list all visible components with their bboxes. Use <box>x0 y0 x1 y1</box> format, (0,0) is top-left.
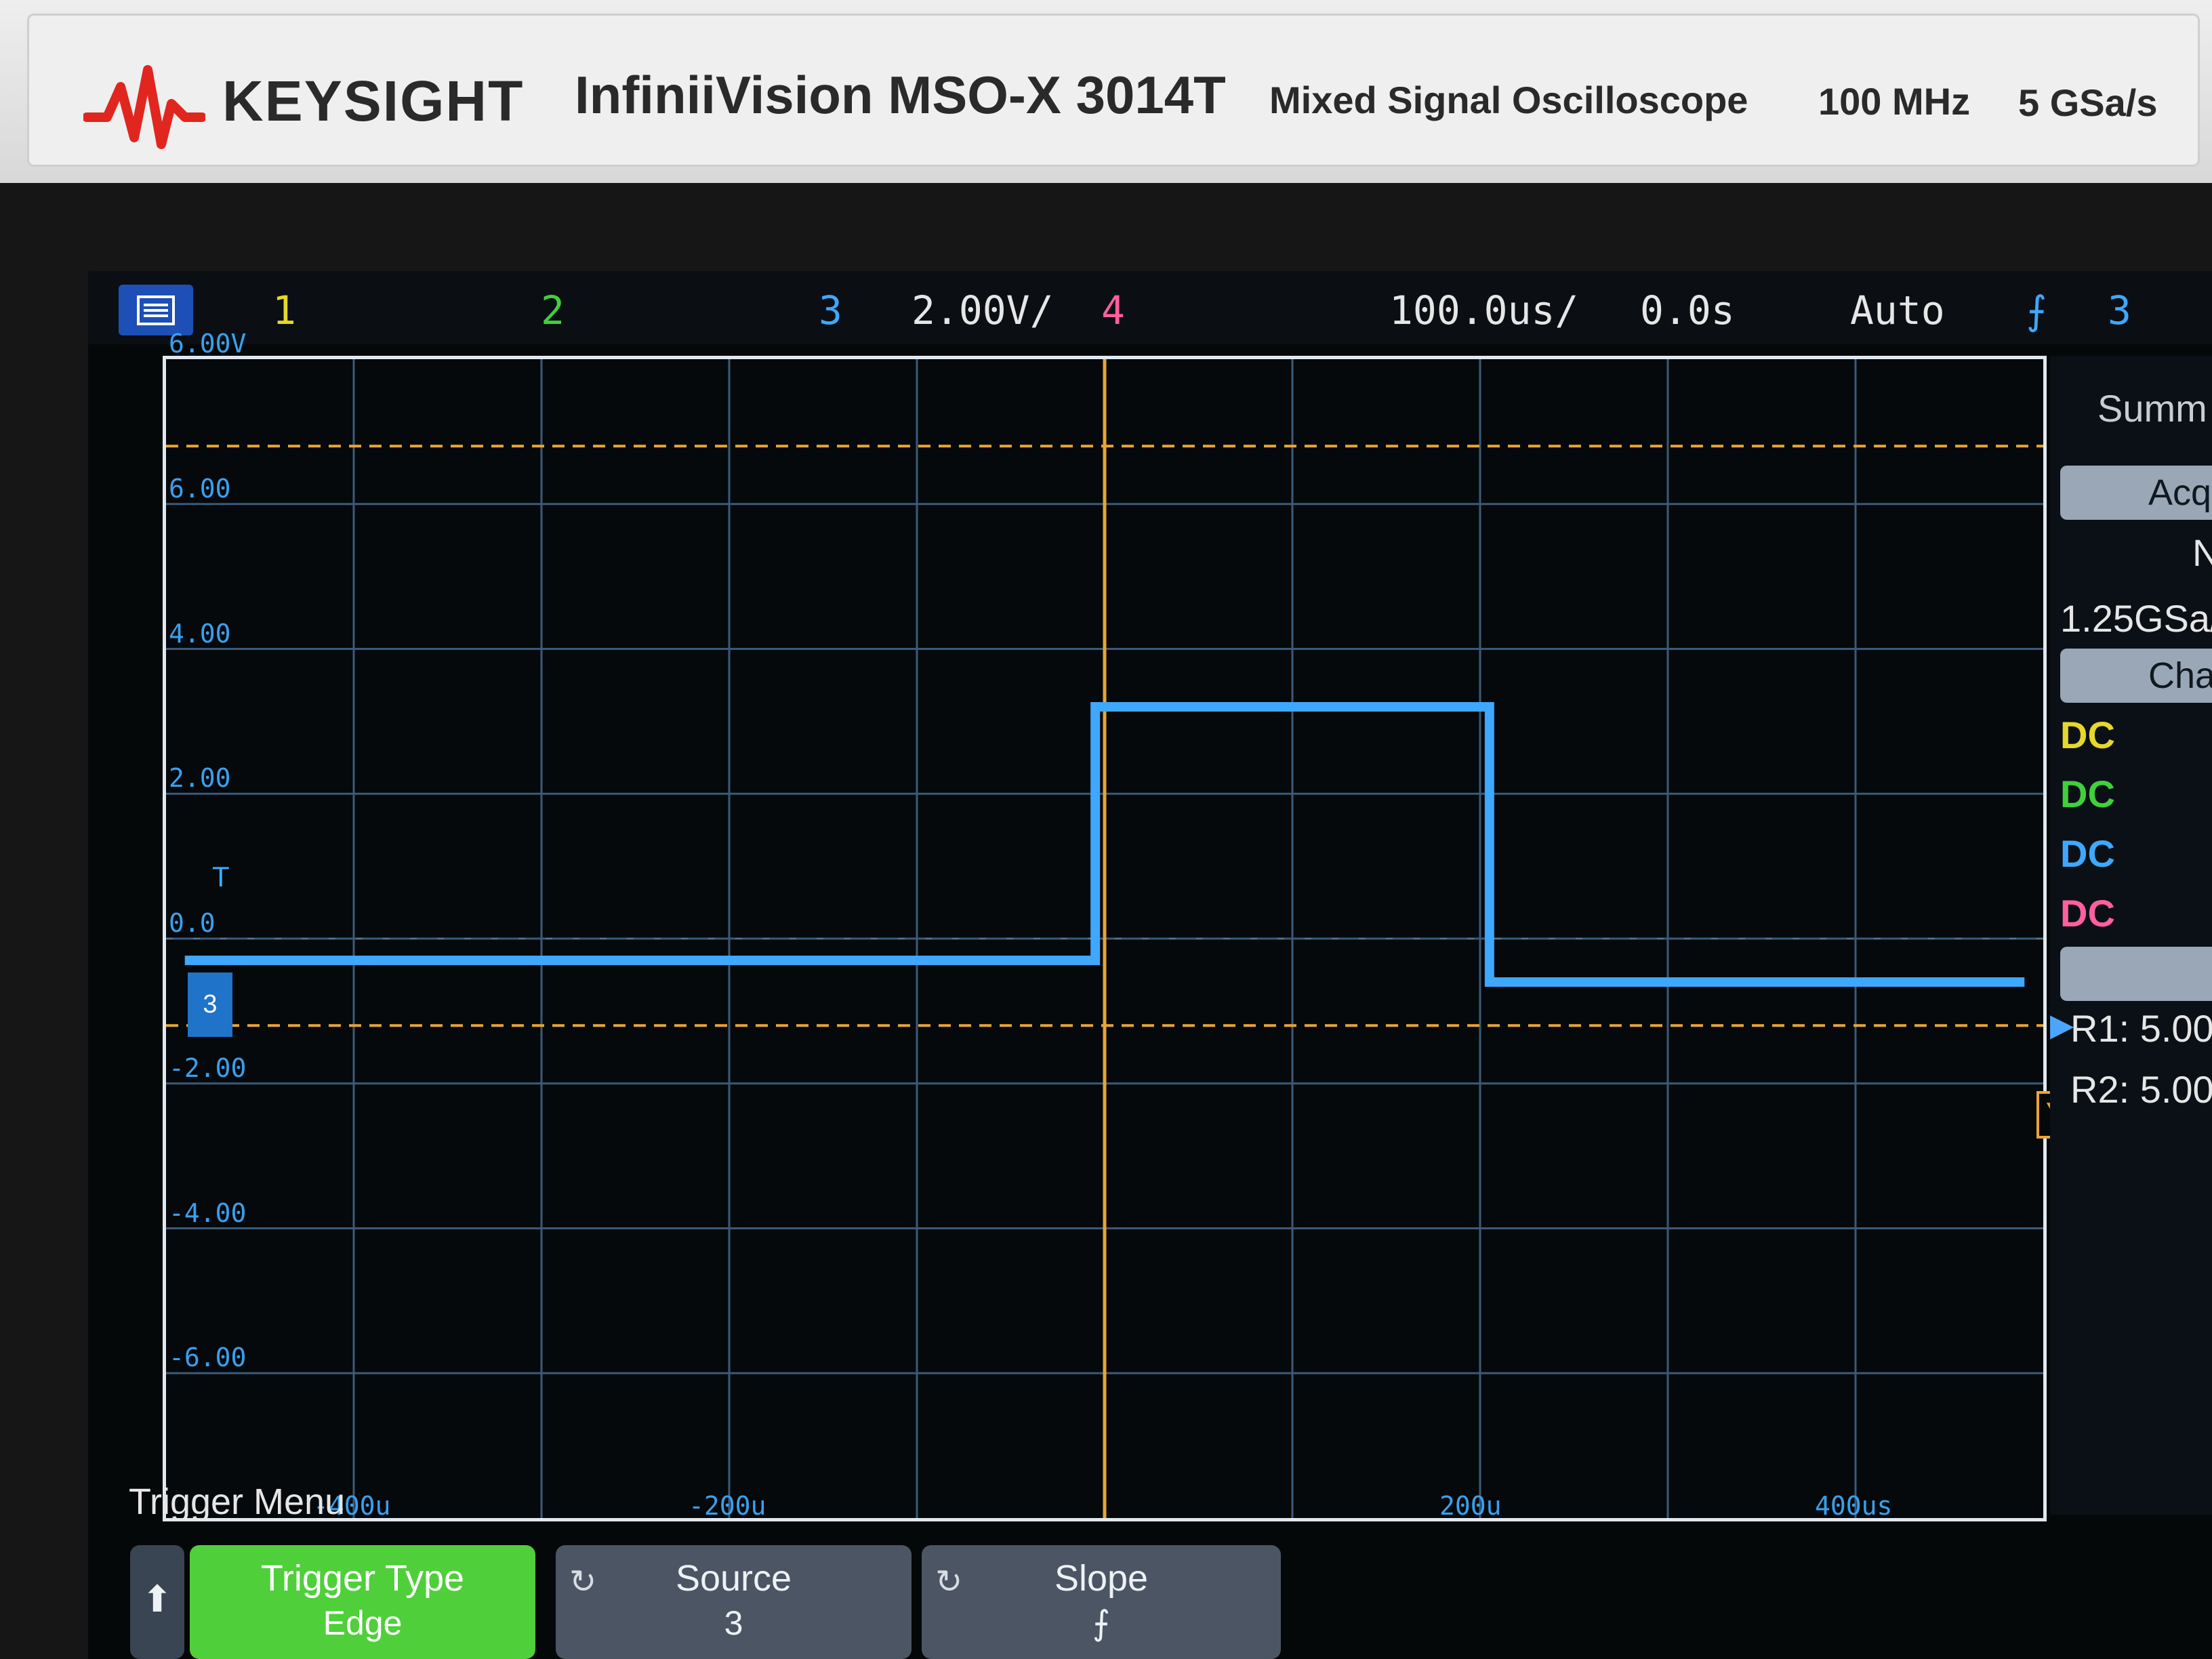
ch3-coupling: DC <box>2060 832 2115 875</box>
acquisition-button[interactable]: Acq <box>2060 466 2212 520</box>
horizontal-delay: 0.0s <box>1640 287 1735 333</box>
y-tick-label: 2.00 <box>169 763 231 794</box>
softkey-label: Trigger Type <box>260 1558 465 1599</box>
graticule[interactable]: 6.00V 6.00 4.00 2.00 0.0 -2.00 -4.00 -6.00 -400… <box>163 329 2107 1603</box>
keysight-logo-icon <box>83 65 205 149</box>
channel-3-label[interactable]: 3 <box>819 287 842 333</box>
rotate-knob-icon: ↻ <box>569 1564 597 1600</box>
y-tick-label: 0.0 <box>169 908 216 938</box>
timebase: 100.0us/ <box>1389 287 1579 333</box>
channels-button[interactable]: Cha <box>2060 649 2212 703</box>
y-tick-label: -4.00 <box>169 1197 247 1228</box>
x-tick-label: 400us <box>1815 1491 1893 1521</box>
trigger-type-softkey[interactable]: Trigger Type Edge <box>190 1545 535 1659</box>
y-tick-label: 6.00V <box>169 329 247 359</box>
brand-name: KEYSIGHT <box>222 69 525 133</box>
trigger-level-marker[interactable]: T <box>212 861 230 893</box>
header-strip: KEYSIGHT InfiniiVision MSO-X 3014T Mixed… <box>27 14 2200 167</box>
menu-up-button[interactable]: ⬆ <box>130 1545 184 1659</box>
rising-edge-icon: ⨍ <box>1092 1604 1111 1642</box>
ch4-coupling: DC <box>2060 892 2115 935</box>
trigger-mode: Auto <box>1850 287 1945 333</box>
vertical-scale: 2.00V/ <box>912 287 1054 333</box>
acquisition-rate: 1.25GSa/ <box>2060 597 2212 640</box>
channel-1-label[interactable]: 1 <box>272 287 296 333</box>
softkey-value: 3 <box>724 1604 743 1642</box>
status-bar: 1 2 3 2.00V/ 4 100.0us/ 0.0s Auto ⨍ 3 <box>88 271 2212 344</box>
ch3-ground-marker[interactable]: 3 <box>188 972 232 1037</box>
y-tick-label: -2.00 <box>169 1052 247 1083</box>
trigger-source: 3 <box>2108 287 2131 333</box>
channel-4-label[interactable]: 4 <box>1101 287 1125 333</box>
summary-title: Summ <box>2097 387 2207 430</box>
softkey-label: Source <box>675 1558 792 1599</box>
source-softkey[interactable]: ↻ Source 3 <box>556 1545 912 1659</box>
reference-r2: R2: 5.00 <box>2070 1068 2212 1111</box>
ch1-coupling: DC <box>2060 714 2115 756</box>
menu-title: Trigger Menu <box>129 1481 346 1522</box>
reference-button[interactable]: R <box>2060 947 2212 1001</box>
menu-button[interactable] <box>119 285 193 335</box>
bandwidth-spec: 100 MHz <box>1818 80 1971 123</box>
summary-sidebar: Summ Acq N 1.25GSa/ Cha DC DC DC DC R ▶ … <box>2050 356 2212 1515</box>
channel-2-label[interactable]: 2 <box>541 287 565 333</box>
softkey-value: Edge <box>323 1604 403 1642</box>
list-icon <box>137 295 175 325</box>
model-name: InfiniiVision MSO-X 3014T <box>575 65 1226 125</box>
y-tick-label: 4.00 <box>169 618 231 649</box>
y-tick-label: 6.00 <box>169 473 231 504</box>
softkey-label: Slope <box>1054 1558 1149 1599</box>
rising-edge-icon: ⨍ <box>2026 287 2047 333</box>
rotate-knob-icon: ↻ <box>935 1564 963 1600</box>
scope-type: Mixed Signal Oscilloscope <box>1269 79 1748 121</box>
x-tick-label: -200u <box>689 1491 766 1521</box>
x-tick-label: 200u <box>1439 1491 1502 1521</box>
reference-r1: R1: 5.00 <box>2070 1007 2212 1050</box>
acquisition-mode: N <box>2192 531 2212 574</box>
y-tick-label: -6.00 <box>169 1343 247 1373</box>
scope-screen: 1 2 3 2.00V/ 4 100.0us/ 0.0s Auto ⨍ 3 6.… <box>88 271 2212 1659</box>
front-panel-header: KEYSIGHT InfiniiVision MSO-X 3014T Mixed… <box>0 0 2212 183</box>
up-arrow-icon: ⬆ <box>142 1579 173 1620</box>
slope-softkey[interactable]: ↻ Slope ⨍ <box>922 1545 1281 1659</box>
sample-rate-spec: 5 GSa/s <box>2018 81 2158 124</box>
waveform-area <box>166 359 2043 1518</box>
ch2-coupling: DC <box>2060 773 2115 815</box>
